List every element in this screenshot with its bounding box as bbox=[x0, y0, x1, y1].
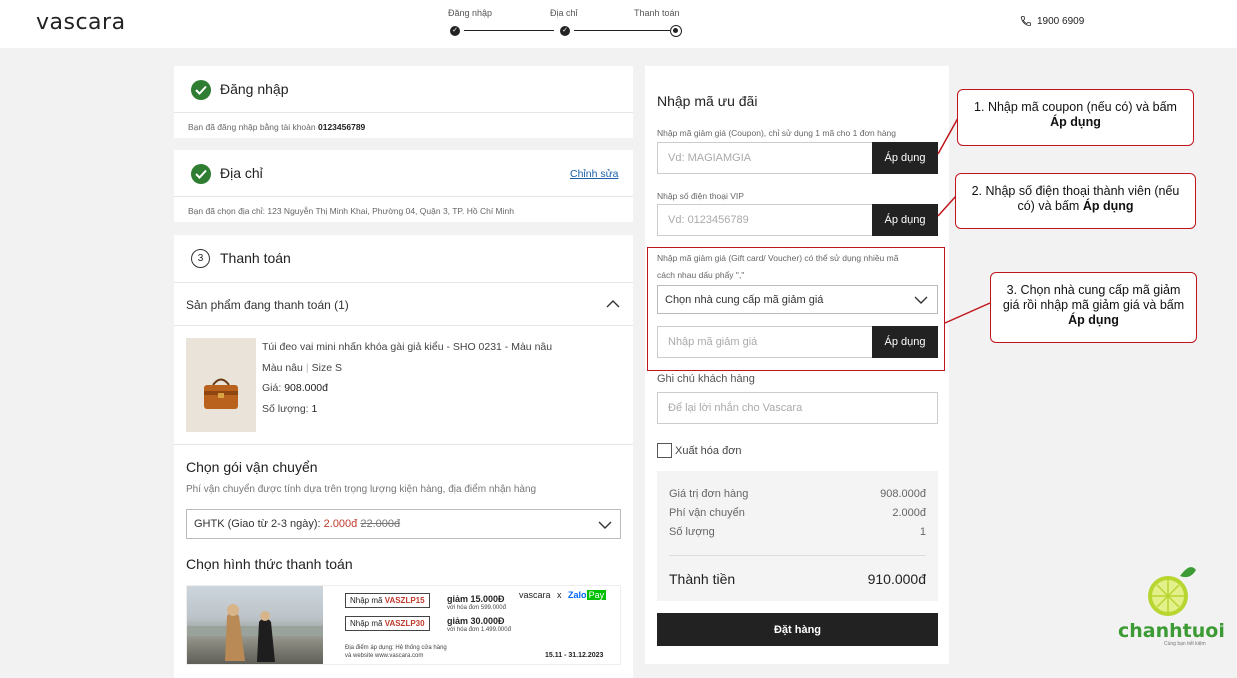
annotation-callout-2: 2. Nhập số điện thoại thành viên (nếu có… bbox=[955, 173, 1196, 229]
annotation-3-line2: giá rồi nhập mã giảm giá và bấm bbox=[1002, 298, 1185, 312]
annotation-2-bold: Áp dụng bbox=[1082, 199, 1134, 213]
annotation-callout-3: 3. Chọn nhà cung cấp mã giảm giá rồi nhậ… bbox=[990, 272, 1197, 343]
annotation-1-text: 1. Nhập mã coupon (nếu có) và bấm bbox=[974, 100, 1177, 114]
lemon-logo-icon bbox=[1148, 567, 1196, 616]
watermark-tagline: Cùng bạn tiết kiệm bbox=[1164, 641, 1206, 647]
annotation-3-line1: 3. Chọn nhà cung cấp mã giảm bbox=[1006, 283, 1181, 297]
watermark-text: chanhtuoi bbox=[1118, 620, 1225, 642]
annotation-2-line2-row: có) và bấm Áp dụng bbox=[960, 199, 1191, 214]
annotation-callout-1: 1. Nhập mã coupon (nếu có) và bấm Áp dụn… bbox=[957, 89, 1194, 146]
annotation-1-bold: Áp dụng bbox=[1050, 115, 1101, 129]
annotation-2-line1: 2. Nhập số điện thoại thành viên (nếu bbox=[971, 184, 1180, 198]
annotation-2-line2: có) và bấm bbox=[1017, 199, 1080, 213]
annotation-3-bold: Áp dụng bbox=[1068, 313, 1119, 327]
chanhtuoi-watermark: chanhtuoi Cùng bạn tiết kiệm bbox=[1112, 560, 1225, 650]
